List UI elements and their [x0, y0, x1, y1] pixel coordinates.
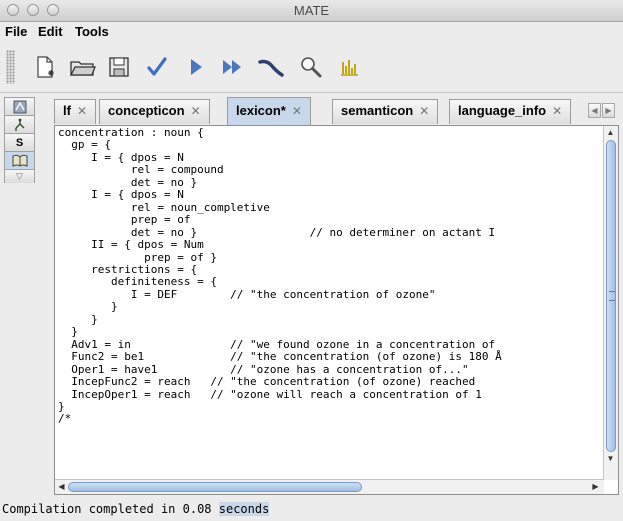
status-highlight: seconds — [218, 502, 270, 516]
close-tab-icon[interactable]: ✕ — [77, 104, 87, 118]
vertical-scroll-thumb[interactable] — [606, 140, 616, 452]
graph-icon — [13, 100, 26, 113]
tab-lexicon[interactable]: lexicon* ✕ — [227, 97, 311, 125]
tab-label: lexicon* — [236, 103, 286, 118]
scroll-down-arrow-icon[interactable]: ▼ — [604, 452, 617, 465]
chevron-down-icon: ▽ — [16, 171, 23, 181]
window-title: MATE — [293, 3, 330, 18]
file-tab-strip: lf ✕ concepticon ✕ lexicon* ✕ semanticon ✕ l… — [40, 97, 619, 125]
tab-concepticon[interactable]: concepticon ✕ — [99, 99, 210, 124]
tree-icon — [14, 118, 24, 131]
side-tab-graph[interactable] — [4, 97, 35, 115]
run-button[interactable] — [180, 52, 212, 82]
horizontal-scroll-thumb[interactable] — [68, 482, 362, 492]
tab-label: semanticon — [341, 103, 414, 118]
book-icon — [12, 154, 27, 167]
tab-label: language_info — [458, 103, 547, 118]
close-tab-icon[interactable]: ✕ — [191, 104, 201, 118]
tab-label: lf — [63, 103, 71, 118]
chevron-right-icon: ▶ — [605, 106, 612, 115]
statistics-button[interactable] — [333, 52, 365, 82]
close-tab-icon[interactable]: ✕ — [552, 104, 562, 118]
menu-edit[interactable]: Edit — [38, 24, 63, 39]
side-tab-tree[interactable] — [4, 115, 35, 133]
tab-scroll-right-button[interactable]: ▶ — [602, 103, 615, 118]
close-tab-icon[interactable]: ✕ — [292, 104, 302, 118]
play-icon — [191, 59, 202, 75]
vertical-scrollbar[interactable]: ▲ ▼ — [603, 126, 618, 480]
chevron-left-icon: ◀ — [591, 106, 598, 115]
scroll-right-arrow-icon[interactable]: ▶ — [589, 480, 602, 493]
toolbar-grip[interactable] — [6, 50, 15, 84]
scroll-left-arrow-icon[interactable]: ◀ — [55, 480, 68, 493]
scroll-up-arrow-icon[interactable]: ▲ — [604, 126, 617, 139]
tab-label: concepticon — [108, 103, 185, 118]
side-tab-more[interactable]: ▽ — [4, 169, 35, 183]
code-text[interactable]: concentration : noun { gp = { I = { dpos… — [55, 126, 618, 426]
menu-bar: File Edit Tools — [0, 22, 623, 42]
horizontal-scrollbar[interactable]: ◀ ▶ — [55, 479, 604, 494]
search-icon — [301, 57, 322, 78]
step-button[interactable] — [255, 52, 287, 82]
check-icon — [147, 57, 167, 76]
status-text: Compilation completed in 0.08 — [2, 502, 219, 516]
run-all-button[interactable] — [217, 52, 249, 82]
side-tab-book[interactable] — [4, 151, 35, 169]
save-icon — [109, 57, 129, 77]
menu-file[interactable]: File — [5, 24, 27, 39]
fast-forward-icon — [223, 60, 241, 74]
tab-lf[interactable]: lf ✕ — [54, 99, 97, 124]
tab-semanticon[interactable]: semanticon ✕ — [332, 99, 439, 124]
new-file-button[interactable] — [29, 52, 61, 82]
open-button[interactable] — [66, 52, 98, 82]
check-button[interactable] — [141, 52, 173, 82]
search-button[interactable] — [295, 52, 327, 82]
side-tab-strip: S ▽ — [4, 97, 37, 205]
title-bar: MATE — [0, 0, 623, 22]
open-folder-icon — [69, 61, 96, 76]
menu-tools[interactable]: Tools — [75, 24, 109, 39]
toolbar — [0, 42, 623, 93]
editor-panel: lf ✕ concepticon ✕ lexicon* ✕ semanticon ✕ l… — [40, 97, 619, 495]
close-tab-icon[interactable]: ✕ — [419, 104, 429, 118]
status-bar: Compilation completed in 0.08 seconds — [2, 502, 270, 516]
side-tab-s[interactable]: S — [4, 133, 35, 151]
code-editor[interactable]: concentration : noun { gp = { I = { dpos… — [54, 125, 619, 495]
save-button[interactable] — [103, 52, 135, 82]
tab-scroll-left-button[interactable]: ◀ — [588, 103, 601, 118]
bar-chart-icon — [341, 60, 358, 76]
tab-language-info[interactable]: language_info ✕ — [449, 99, 572, 124]
new-file-icon — [37, 56, 54, 78]
step-icon — [258, 59, 284, 77]
scroll-grip-icon — [609, 291, 615, 301]
